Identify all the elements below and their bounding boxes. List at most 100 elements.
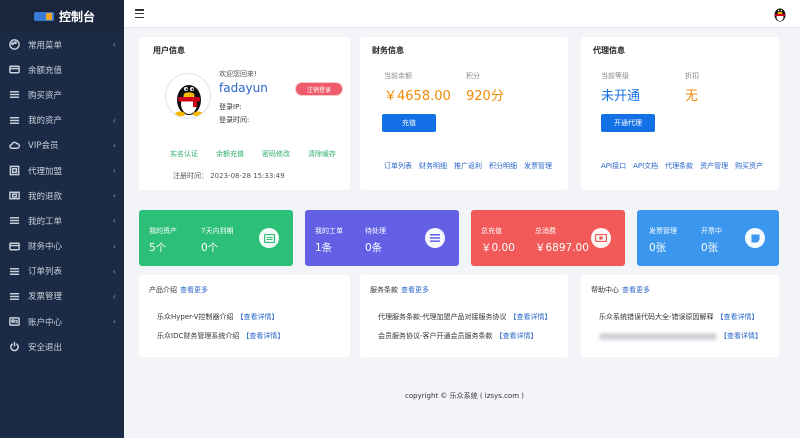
- agent-title: 代理信息: [593, 46, 625, 55]
- sidebar-item[interactable]: VIP会员 ‹: [0, 133, 124, 158]
- list-item: 【查看详情】: [599, 331, 762, 341]
- sidebar-item[interactable]: 余额充值: [0, 57, 124, 82]
- logout-button[interactable]: 注销登录: [296, 83, 342, 95]
- detail-link[interactable]: 【查看详情】: [242, 332, 284, 340]
- chevron-left-icon: ‹: [112, 165, 116, 175]
- sidebar-item-label: 财务中心: [28, 242, 63, 253]
- card-icon: [8, 240, 20, 252]
- cloud-icon: [8, 139, 20, 151]
- link-api-docs[interactable]: API文档: [633, 161, 658, 171]
- link-asset-manage[interactable]: 资产管理: [700, 161, 728, 171]
- sidebar-item[interactable]: 财务中心 ‹: [0, 234, 124, 259]
- sidebar-item[interactable]: 常用菜单 ‹: [0, 32, 124, 57]
- link-invoice-manage[interactable]: 发票管理: [524, 161, 552, 171]
- chevron-left-icon: ‹: [112, 216, 116, 226]
- open-agent-button[interactable]: 开通代理: [601, 114, 655, 132]
- sidebar-item[interactable]: 订单列表 ‹: [0, 259, 124, 284]
- sidebar-item-label: 余额充值: [28, 65, 63, 76]
- link-finance-detail[interactable]: 财务明细: [419, 161, 447, 171]
- help-center-title: 帮助中心 查看更多: [591, 286, 650, 294]
- stat-label: 开票中: [701, 227, 722, 235]
- logo[interactable]: 控制台: [0, 0, 124, 32]
- login-time-label: 登录时间:: [219, 116, 250, 124]
- agent-links: API接口 API文档 代理条款 资产管理 购买资产: [601, 161, 763, 171]
- stat-card-finance[interactable]: 总充值 ￥0.00 总消费 ￥6897.00: [471, 210, 625, 266]
- chevron-left-icon: ‹: [112, 191, 116, 201]
- sidebar-item[interactable]: 购买资产: [0, 82, 124, 107]
- points-label: 积分: [466, 72, 480, 80]
- chevron-left-icon: ‹: [112, 266, 116, 276]
- terms-title: 服务条款 查看更多: [370, 286, 429, 294]
- product-more-link[interactable]: 查看更多: [180, 286, 208, 294]
- sidebar-item-label: 常用菜单: [28, 40, 63, 51]
- recharge-button[interactable]: 充值: [382, 114, 436, 132]
- sidebar-item[interactable]: 我的工单 ‹: [0, 208, 124, 233]
- terms-card: 服务条款 查看更多 代理服务条款-代理加盟产品对接服务协议 【查看详情】 会员服务协…: [360, 275, 568, 357]
- link-order-list[interactable]: 订单列表: [384, 161, 412, 171]
- link-recharge[interactable]: 余额充值: [216, 149, 244, 159]
- stat-label: 我的资产: [149, 227, 177, 235]
- link-change-password[interactable]: 密码修改: [262, 149, 290, 159]
- sidebar-item-label: 安全退出: [28, 342, 63, 353]
- sidebar-nav: 常用菜单 ‹ 余额充值 购买资产 我的资产 ‹ VIP会员 ‹ 代理加盟 ‹ 我的退款 ‹ 我的工单 ‹ 财…: [0, 32, 124, 359]
- chevron-left-icon: ‹: [112, 115, 116, 125]
- sidebar-item-label: 购买资产: [28, 90, 63, 101]
- sidebar-item[interactable]: 代理加盟 ‹: [0, 158, 124, 183]
- list-item: 乐众系统错误代码大全-错误原因解释 【查看详情】: [599, 313, 759, 321]
- sidebar-item[interactable]: 我的资产 ‹: [0, 108, 124, 133]
- stat-value: 1条: [315, 242, 333, 254]
- welcome-text: 欢迎您回来!: [219, 70, 257, 78]
- finance-card: 财务信息 当前余额 ￥4658.00 积分 920分 充值 订单列表 财务明细 …: [360, 37, 568, 190]
- stat-card-tickets[interactable]: 我的工单 1条 待处理 0条: [305, 210, 459, 266]
- link-api[interactable]: API接口: [601, 161, 626, 171]
- link-agent-terms[interactable]: 代理条款: [665, 161, 693, 171]
- terms-more-link[interactable]: 查看更多: [401, 286, 429, 294]
- detail-link[interactable]: 【查看详情】: [717, 313, 759, 321]
- link-clear-cache[interactable]: 清除缓存: [308, 149, 336, 159]
- palette-icon: [8, 39, 20, 51]
- product-intro-card: 产品介绍 查看更多 乐众Hyper-V控制器介绍 【查看详情】 乐众IDC财务管理系…: [139, 275, 350, 357]
- stat-card-invoice[interactable]: 发票管理 0张 开票中 0张: [637, 210, 779, 266]
- link-buy-asset[interactable]: 购买资产: [735, 161, 763, 171]
- list-icon: [8, 114, 20, 126]
- balance-value: ￥4658.00: [384, 89, 451, 104]
- sidebar-item[interactable]: 我的退款 ‹: [0, 183, 124, 208]
- link-promo-rebate[interactable]: 推广返利: [454, 161, 482, 171]
- stat-card-assets[interactable]: 我的资产 5个 7天内到期 0个: [139, 210, 293, 266]
- stat-value: 5个: [149, 242, 167, 254]
- balance-label: 当前余额: [384, 72, 412, 80]
- agent-level-value: 未开通: [601, 89, 641, 104]
- help-center-card: 帮助中心 查看更多 乐众系统错误代码大全-错误原因解释 【查看详情】 【查看详情】: [581, 275, 779, 357]
- list-icon: [425, 228, 445, 248]
- stat-value: 0条: [365, 242, 383, 254]
- qq-avatar-icon: [165, 73, 211, 119]
- detail-link[interactable]: 【查看详情】: [496, 332, 538, 340]
- sidebar-item-label: 订单列表: [28, 267, 63, 278]
- logo-icon: [34, 11, 54, 21]
- stat-label: 我的工单: [315, 227, 343, 235]
- list-item: 乐众IDC财务管理系统介绍 【查看详情】: [157, 332, 285, 340]
- sidebar-item[interactable]: 账户中心 ‹: [0, 309, 124, 334]
- stat-value: 0张: [701, 242, 719, 254]
- finance-links: 订单列表 财务明细 推广返利 积分明细 发票管理: [384, 161, 552, 171]
- stat-label: 总消费: [535, 227, 556, 235]
- detail-link[interactable]: 【查看详情】: [510, 313, 552, 321]
- sidebar-item-label: 发票管理: [28, 292, 63, 303]
- list-icon: [8, 215, 20, 227]
- sidebar-item-label: 我的退款: [28, 191, 63, 202]
- user-info-title: 用户信息: [153, 46, 185, 55]
- product-intro-title: 产品介绍 查看更多: [149, 286, 208, 294]
- detail-link[interactable]: 【查看详情】: [237, 313, 279, 321]
- chevron-left-icon: ‹: [112, 140, 116, 150]
- register-time: 注册时间： 2023-08-28 15:33:49: [173, 172, 285, 180]
- help-more-link[interactable]: 查看更多: [622, 286, 650, 294]
- detail-link[interactable]: 【查看详情】: [720, 332, 762, 340]
- user-avatar-icon[interactable]: [770, 4, 790, 24]
- link-points-detail[interactable]: 积分明细: [489, 161, 517, 171]
- stat-value: ￥0.00: [481, 242, 515, 254]
- link-realname-auth[interactable]: 实名认证: [170, 149, 198, 159]
- menu-toggle-icon[interactable]: [135, 9, 144, 18]
- sidebar-item[interactable]: 安全退出: [0, 334, 124, 359]
- sidebar-item[interactable]: 发票管理 ‹: [0, 284, 124, 309]
- login-ip-label: 登录IP:: [219, 103, 242, 111]
